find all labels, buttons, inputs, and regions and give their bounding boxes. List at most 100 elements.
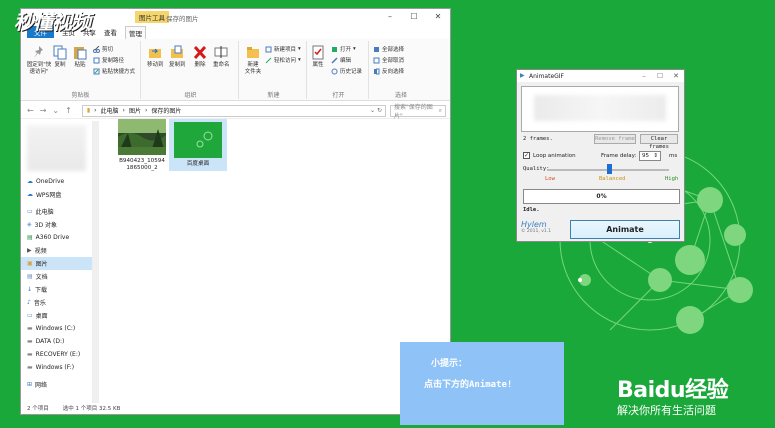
animate-button[interactable]: Animate <box>570 220 680 239</box>
forward-arrow-icon[interactable]: → <box>40 106 47 115</box>
music-icon: ♪ <box>27 299 31 306</box>
nav-item[interactable]: ↓ 下载 <box>21 283 92 296</box>
paste-shortcut-button[interactable]: 粘贴快捷方式 <box>93 67 135 75</box>
edit-button[interactable]: 编辑 <box>331 56 351 64</box>
nav-item[interactable]: ▤ 文档 <box>21 270 92 283</box>
nav-item-label: 桌面 <box>35 313 48 320</box>
frame-count: 2 frames. <box>523 136 553 142</box>
breadcrumb-this-pc[interactable]: 此电脑 <box>101 106 119 115</box>
search-input[interactable]: 搜索"保存的图片" ⌕ <box>390 104 446 120</box>
desktop-icon: ▭ <box>27 312 33 319</box>
invert-icon <box>374 68 380 74</box>
file-tile[interactable]: B940423_10594 1865000_2 <box>113 119 171 172</box>
close-button[interactable]: ✕ <box>426 9 450 25</box>
copy-path-button[interactable]: 复制路径 <box>93 56 124 64</box>
breadcrumb-sep-icon: › <box>144 107 148 114</box>
cut-button[interactable]: 剪切 <box>93 45 113 53</box>
invert-selection-button[interactable]: 反向选择 <box>373 67 404 75</box>
nav-item[interactable]: ☁ OneDrive <box>21 175 92 188</box>
baidu-logo-text: Baidu经验 <box>617 378 729 403</box>
tab-manage[interactable]: 管理 <box>125 25 146 39</box>
nav-item[interactable]: ♪ 音乐 <box>21 296 92 309</box>
copy-to-button[interactable]: 复制到 <box>169 45 186 69</box>
chevron-down-icon[interactable]: ⌄ <box>52 106 59 115</box>
frame-delay-input[interactable]: 95 ⇕ <box>639 151 661 161</box>
navigation-pane: ☁ OneDrive ☁ WPS网盘 ▭ 此电脑 ◈ 3D 对象 ▤ A360 Drive ▶ 视频 ▣… <box>21 121 93 403</box>
new-folder-icon <box>247 47 259 58</box>
nav-item[interactable]: ▬ RECOVERY (E:) <box>21 348 92 361</box>
nav-arrows: ← → ⌄ ↑ <box>21 106 78 115</box>
app-icon: ▶ <box>520 72 525 79</box>
baidu-desktop-thumbnail <box>174 122 222 158</box>
tab-view[interactable]: 查看 <box>104 27 117 37</box>
shortcut-icon <box>93 68 100 74</box>
history-button[interactable]: 历史记录 <box>331 67 362 75</box>
frame-list[interactable] <box>521 86 679 132</box>
refresh-icon[interactable]: ⌄ ↻ <box>370 107 385 114</box>
up-arrow-icon[interactable]: ↑ <box>65 106 72 115</box>
open-button[interactable]: 打开 ▾ <box>331 45 356 53</box>
nav-item[interactable]: ▶ 视频 <box>21 244 92 257</box>
address-bar[interactable]: ▮ › 此电脑 › 图片 › 保存的图片 ⌄ ↻ <box>81 104 386 117</box>
window-title: 保存的图片 <box>166 15 199 23</box>
select-all-button[interactable]: 全部选择 <box>373 45 404 53</box>
frame-delay-unit: ms <box>669 153 678 159</box>
new-item-button[interactable]: 新建项目 ▾ <box>265 45 301 53</box>
animategif-window-controls: – ☐ ✕ <box>636 70 684 82</box>
minimize-button[interactable]: – <box>636 70 652 82</box>
nav-item[interactable]: ▤ A360 Drive <box>21 231 92 244</box>
quality-low: Low <box>545 176 555 182</box>
nav-item[interactable]: ▬ DATA (D:) <box>21 335 92 348</box>
nav-item[interactable]: ▭ 桌面 <box>21 309 92 322</box>
baidu-slogan: 解决你所有生活问题 <box>617 404 716 417</box>
nav-item[interactable]: ▬ Windows (F:) <box>21 361 92 374</box>
quality-slider-thumb[interactable] <box>607 164 612 174</box>
file-name: 百度桌面 <box>186 161 210 167</box>
clear-frames-button[interactable]: Clear frames <box>640 134 678 150</box>
copy-button[interactable]: 复制 <box>53 45 67 69</box>
pictures-icon: ▣ <box>27 260 33 267</box>
nav-item[interactable]: ▬ Windows (C:) <box>21 322 92 335</box>
move-to-button[interactable]: 移动到 <box>147 45 164 69</box>
select-none-button[interactable]: 全部取消 <box>373 56 404 64</box>
spinner-icon[interactable]: ⇕ <box>653 152 658 160</box>
breadcrumb-sep-icon: › <box>122 107 125 114</box>
file-tile-selected[interactable]: 百度桌面 <box>169 119 227 171</box>
context-tab-picture-tools[interactable]: 图片工具 <box>135 11 169 23</box>
ribbon: 固定到"快速访问" 复制 粘贴 剪切 复制路径 粘贴快捷方式 剪贴板 移动到 复… <box>21 39 450 101</box>
pin-icon <box>34 46 43 58</box>
version-text: © 2011, v1.1 <box>521 229 552 234</box>
maximize-button[interactable]: ☐ <box>652 70 668 82</box>
remove-frame-button[interactable]: Remove frame <box>594 134 636 144</box>
easy-access-button[interactable]: 轻松访问 ▾ <box>265 56 301 64</box>
paste-button[interactable]: 粘贴 <box>73 45 87 69</box>
nav-item[interactable]: ▣ 图片 <box>21 257 92 270</box>
clipboard-group: 固定到"快速访问" 复制 粘贴 剪切 复制路径 粘贴快捷方式 剪贴板 <box>21 41 141 99</box>
file-name-line1: B940423_10594 <box>119 158 165 164</box>
open-group-label: 打开 <box>332 92 345 99</box>
minimize-button[interactable]: – <box>378 9 402 25</box>
properties-button[interactable]: 属性 <box>311 45 325 69</box>
back-arrow-icon[interactable]: ← <box>27 106 34 115</box>
breadcrumb-pictures[interactable]: 图片 <box>129 106 141 115</box>
close-button[interactable]: ✕ <box>668 70 684 82</box>
organize-group: 移动到 复制到 删除 重命名 组织 <box>143 41 239 99</box>
nav-item[interactable]: ⊞ 网络 <box>21 378 92 391</box>
forest-thumbnail <box>118 119 166 155</box>
open-group: 属性 打开 ▾ 编辑 历史记录 打开 <box>309 41 369 99</box>
loop-animation-checkbox[interactable]: ✓ Loop animation <box>523 152 576 159</box>
nav-scrollbar[interactable] <box>93 121 99 403</box>
file-view: B940423_10594 1865000_2 百度桌面 <box>101 117 450 403</box>
new-folder-button[interactable]: 新建 文件夹 <box>243 45 263 76</box>
breadcrumb-saved-pictures[interactable]: 保存的图片 <box>151 106 181 115</box>
delete-button[interactable]: 删除 <box>193 45 207 69</box>
nav-item[interactable]: ☁ WPS网盘 <box>21 188 92 201</box>
rename-button[interactable]: 重命名 <box>213 45 230 69</box>
quality-high: High <box>665 176 679 182</box>
nav-item[interactable]: ◈ 3D 对象 <box>21 218 92 231</box>
nav-item[interactable]: ▭ 此电脑 <box>21 205 92 218</box>
nav-list: ☁ OneDrive ☁ WPS网盘 ▭ 此电脑 ◈ 3D 对象 ▤ A360 Drive ▶ 视频 ▣… <box>21 175 92 391</box>
maximize-button[interactable]: ☐ <box>402 9 426 25</box>
tip-box: 小提示： 点击下方的Animate! <box>400 342 564 425</box>
pin-quick-access-button[interactable]: 固定到"快速访问" <box>25 45 53 76</box>
